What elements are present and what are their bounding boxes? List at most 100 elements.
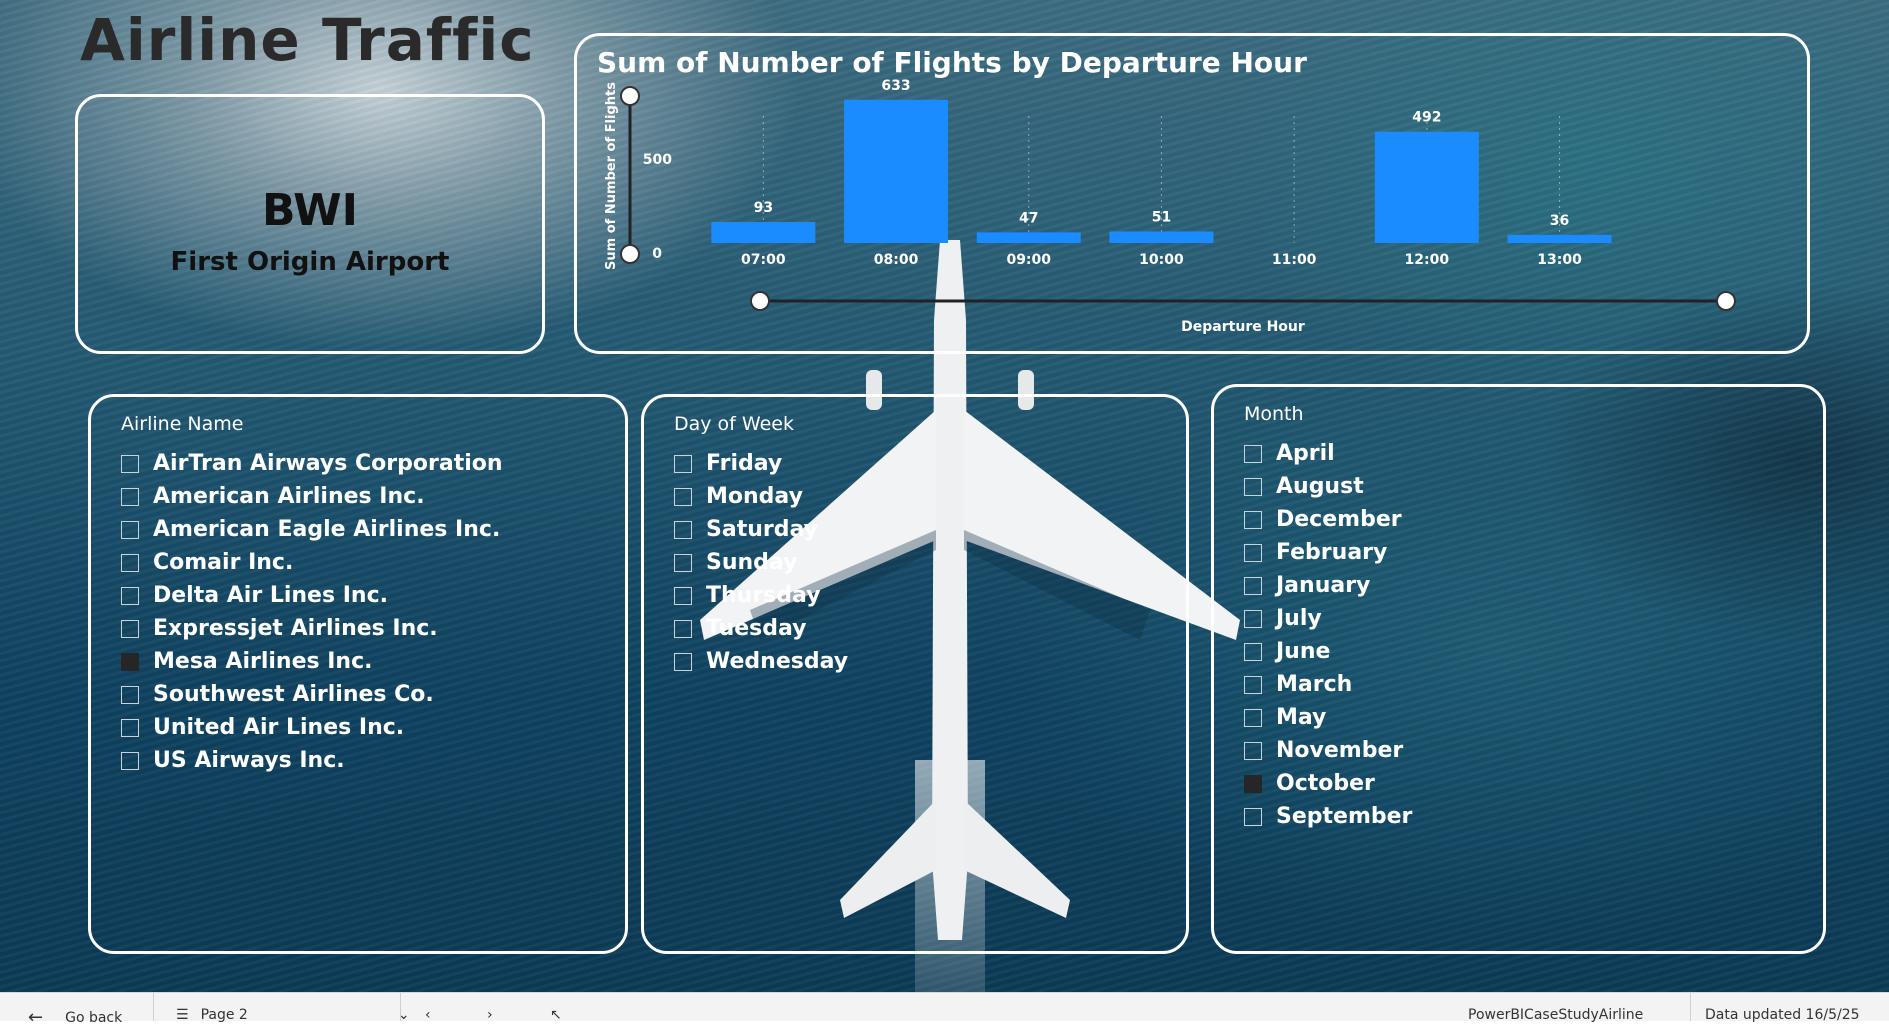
bar[interactable] [976,232,1081,243]
next-page-button[interactable]: › [487,1007,493,1023]
slicer-list: Friday Monday Saturday Sunday Thursday Tuesda… [674,447,848,678]
bar[interactable] [844,99,949,243]
checkbox[interactable] [121,751,139,770]
expand-icon: ↖ [550,1007,562,1023]
slicer-item[interactable]: Tuesday [674,612,848,645]
report-status-bar: ← Go back ☰ Page 2 ⌄ ‹ › ↖ PowerBICaseSt… [0,992,1889,1028]
checkbox[interactable] [674,454,692,473]
data-updated-label: Data updated 16/5/25 [1705,1007,1860,1023]
checkbox[interactable] [674,586,692,605]
checkbox[interactable] [1244,444,1262,463]
slicer-item-label: Southwest Airlines Co. [153,682,434,707]
slicer-item[interactable]: July [1244,602,1412,635]
checkbox[interactable] [1244,741,1262,760]
slicer-item[interactable]: February [1244,536,1412,569]
slicer-item[interactable]: Wednesday [674,645,848,678]
bar-chart-panel[interactable]: Sum of Number of Flights by Departure Ho… [574,33,1810,354]
checkbox[interactable] [674,520,692,539]
checkbox[interactable] [121,487,139,506]
checkbox[interactable] [1244,477,1262,496]
slicer-item-label: Friday [706,451,783,476]
x-axis-zoom-handle-right[interactable] [1716,291,1736,311]
slicer-item[interactable]: Saturday [674,513,848,546]
checkbox[interactable] [1244,609,1262,628]
slicer-item-label: Expressjet Airlines Inc. [153,616,438,641]
bar[interactable] [1109,231,1214,243]
slicer-item[interactable]: August [1244,470,1412,503]
checkbox[interactable] [121,619,139,638]
slicer-item[interactable]: Delta Air Lines Inc. [121,579,503,612]
kpi-value: BWI [261,185,359,236]
slicer-item[interactable]: AirTran Airways Corporation [121,447,503,480]
slicer-item[interactable]: May [1244,701,1412,734]
slicer-item[interactable]: American Eagle Airlines Inc. [121,513,503,546]
checkbox[interactable] [1244,576,1262,595]
checkbox[interactable] [1244,642,1262,661]
slicer-item-label: June [1276,639,1331,664]
slicer-list: April August December February January July Ju… [1244,437,1412,833]
checkbox[interactable] [674,652,692,671]
slicer-item[interactable]: Monday [674,480,848,513]
checkbox[interactable] [121,652,139,671]
checkbox[interactable] [1244,543,1262,562]
checkbox[interactable] [674,619,692,638]
slicer-item-label: November [1276,738,1404,763]
checkbox[interactable] [121,685,139,704]
y-axis-zoom-handle-top[interactable] [620,86,640,106]
slicer-item[interactable]: Friday [674,447,848,480]
page-title: Airline Traffic [80,6,535,74]
slicer-item-label: Thursday [706,583,821,608]
slicer-item[interactable]: September [1244,800,1412,833]
slicer-item[interactable]: United Air Lines Inc. [121,711,503,744]
slicer-item[interactable]: March [1244,668,1412,701]
slicer-item[interactable]: October [1244,767,1412,800]
pages-list-icon: ☰ [176,1007,189,1023]
slicer-item[interactable]: January [1244,569,1412,602]
slicer-item[interactable]: December [1244,503,1412,536]
y-axis-zoom-handle-bottom[interactable] [620,244,640,264]
checkbox[interactable] [121,454,139,473]
page-name: Page 2 [200,1007,248,1023]
checkbox[interactable] [1244,774,1262,793]
bar[interactable] [1507,234,1612,243]
bar-chart: 93 633 47 51 492 36 07:00 08:00 09:00 10:00 11:00… [604,78,1736,335]
slicer-item-label: Delta Air Lines Inc. [153,583,388,608]
previous-page-button[interactable]: ‹ [425,1007,431,1023]
x-tick-label: 10:00 [1139,252,1184,268]
slicer-item[interactable]: Thursday [674,579,848,612]
arrow-left-icon: ← [28,1007,44,1028]
slicer-item[interactable]: June [1244,635,1412,668]
checkbox[interactable] [674,553,692,572]
go-back-button[interactable]: ← Go back [28,1007,122,1028]
slicer-title: Day of Week [674,413,794,435]
data-label: 93 [754,200,773,216]
checkbox[interactable] [1244,807,1262,826]
slicer-item[interactable]: US Airways Inc. [121,744,503,777]
bar[interactable] [1374,131,1479,243]
page-selector[interactable]: ☰ Page 2 ⌄ [176,1007,410,1023]
x-axis-zoom-handle-left[interactable] [750,291,770,311]
kpi-card[interactable]: BWI First Origin Airport [75,94,545,354]
go-back-label: Go back [65,1009,123,1026]
slicer-item[interactable]: Expressjet Airlines Inc. [121,612,503,645]
slicer-item[interactable]: American Airlines Inc. [121,480,503,513]
checkbox[interactable] [1244,675,1262,694]
checkbox[interactable] [674,487,692,506]
slicer-item[interactable]: Mesa Airlines Inc. [121,645,503,678]
bar[interactable] [711,221,816,243]
slicer-item[interactable]: Comair Inc. [121,546,503,579]
checkbox[interactable] [1244,708,1262,727]
slicer-item[interactable]: November [1244,734,1412,767]
expand-button[interactable]: ↖ [550,1007,562,1023]
y-tick-label: 0 [652,246,662,262]
data-label: 633 [881,78,910,94]
slicer-item[interactable]: Southwest Airlines Co. [121,678,503,711]
checkbox[interactable] [121,520,139,539]
slicer-item[interactable]: Sunday [674,546,848,579]
checkbox[interactable] [121,718,139,737]
slicer-item[interactable]: April [1244,437,1412,470]
checkbox[interactable] [121,586,139,605]
checkbox[interactable] [1244,510,1262,529]
slicer-item-label: Monday [706,484,803,509]
checkbox[interactable] [121,553,139,572]
